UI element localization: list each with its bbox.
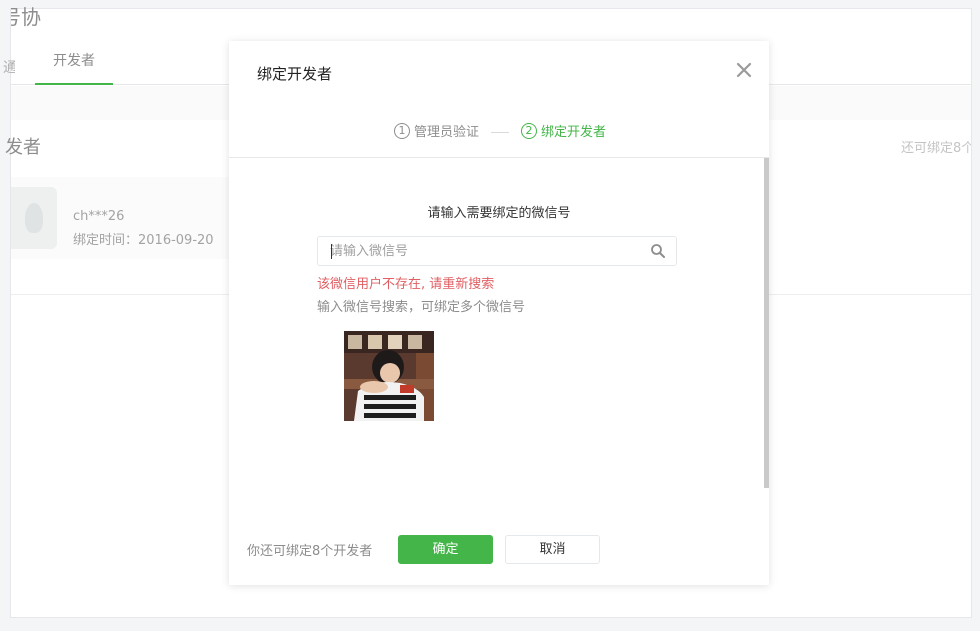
search-tip: 输入微信号搜索，可绑定多个微信号 <box>317 300 526 315</box>
page-title: 号协 <box>11 5 41 29</box>
wechat-id-input[interactable] <box>330 237 640 265</box>
tab-developers[interactable]: 开发者 <box>35 49 113 85</box>
remaining-count-note: 你还可绑定8个开发者 <box>247 544 373 559</box>
error-message: 该微信用户不存在, 请重新搜索 <box>317 277 495 292</box>
developer-bind-time: 绑定时间：2016-09-20 <box>73 233 214 248</box>
dialog-body: 请输入需要绑定的微信号 该微信用户不存在, 请重新搜索 输入微信号搜索，可绑定多… <box>229 158 769 488</box>
step-number: 2 <box>521 122 537 139</box>
close-icon[interactable] <box>735 61 753 79</box>
step-indicator: 1 管理员验证 2 绑定开发者 <box>229 121 769 143</box>
search-prompt: 请输入需要绑定的微信号 <box>427 206 571 221</box>
step-number: 1 <box>394 122 410 139</box>
developer-name: ch***26 <box>73 209 125 224</box>
search-box <box>317 236 677 266</box>
search-result-avatar[interactable] <box>344 331 434 421</box>
text-caret <box>331 244 332 259</box>
remaining-hint: 还可绑定8个 <box>901 141 971 156</box>
confirm-button[interactable]: 确定 <box>398 535 493 564</box>
step-bind-developer: 2 绑定开发者 <box>521 121 606 140</box>
step-label: 绑定开发者 <box>541 125 607 140</box>
step-separator <box>491 132 509 133</box>
search-icon[interactable] <box>650 243 666 259</box>
step-label: 管理员验证 <box>414 125 480 140</box>
dialog-title: 绑定开发者 <box>257 65 333 83</box>
section-title: 发者 <box>5 137 41 158</box>
bind-developer-dialog: 绑定开发者 1 管理员验证 2 绑定开发者 请输入需要绑定的微信号 请输入微信号… <box>229 41 769 585</box>
developer-avatar <box>11 187 57 249</box>
step-admin-verify: 1 管理员验证 <box>394 121 479 140</box>
tab-partial[interactable]: 通 <box>3 57 15 77</box>
cancel-button[interactable]: 取消 <box>505 535 600 564</box>
